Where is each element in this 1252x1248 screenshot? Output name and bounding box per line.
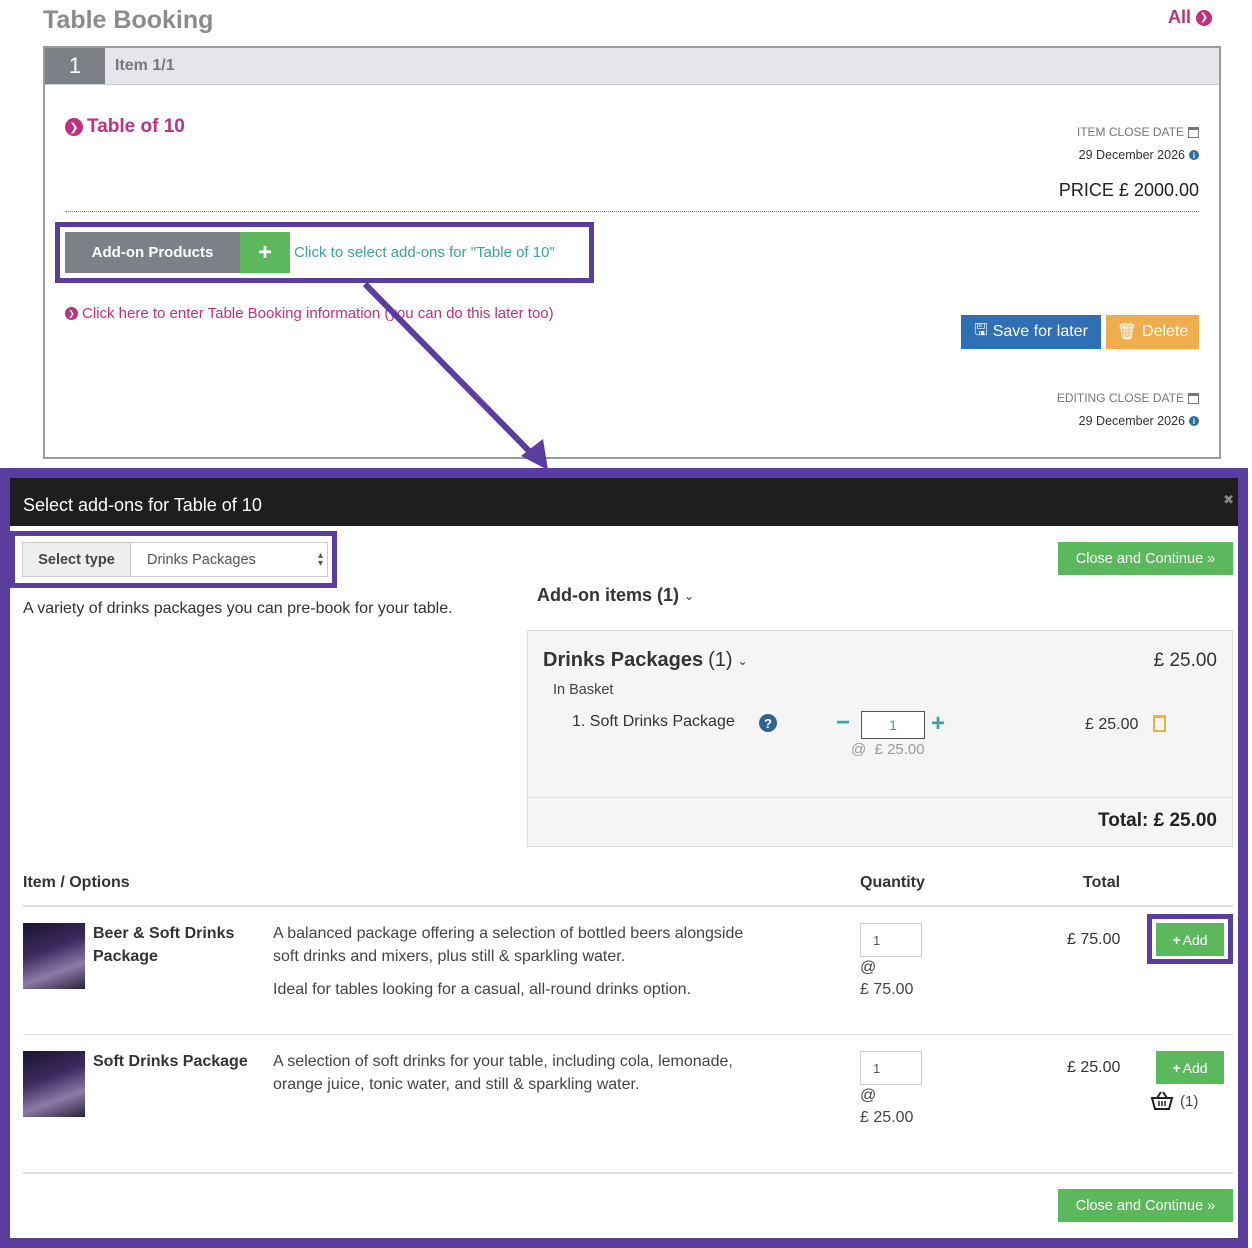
at-symbol: @ — [860, 959, 877, 976]
basket-category-price: £ 25.00 — [1153, 650, 1217, 671]
row-total: £ 25.00 — [1067, 1059, 1121, 1076]
close-icon[interactable]: ✖ — [1223, 492, 1234, 508]
plus-icon: + — [1172, 1059, 1181, 1076]
quantity-input[interactable]: 1 — [860, 923, 922, 957]
in-cart-count: (1) — [1180, 1092, 1199, 1110]
divider — [23, 1172, 1233, 1174]
divider — [23, 905, 1233, 907]
product-image — [23, 1051, 85, 1117]
divider — [528, 797, 1232, 798]
chevron-down-icon: ⌄ — [684, 588, 695, 603]
product-description-line: A balanced package offering a selection … — [273, 925, 744, 942]
unit-price-value: £ 25.00 — [860, 1109, 914, 1126]
unit-price: @ £ 25.00 — [860, 1085, 913, 1129]
basket-unit-price: @ £ 25.00 — [851, 741, 925, 758]
product-name: Beer & Soft Drinks Package — [93, 922, 234, 968]
annotation-arrow — [362, 281, 548, 470]
basket-item-name: 1. Soft Drinks Package — [572, 713, 735, 730]
basket-category-count: (1) — [708, 649, 733, 671]
increase-quantity-button[interactable]: + — [931, 710, 945, 738]
basket-line-price: £ 25.00 — [1085, 716, 1139, 733]
product-description-line: Ideal for tables looking for a casual, a… — [273, 981, 692, 998]
unit-price: @ £ 75.00 — [860, 957, 913, 1001]
product-description-line: A selection of soft drinks for your tabl… — [273, 1053, 733, 1070]
add-button-label: Add — [1182, 1059, 1208, 1076]
product-name-line: Soft Drinks Package — [93, 1053, 248, 1070]
decrease-quantity-button[interactable]: − — [836, 709, 850, 737]
select-type-highlight-box — [10, 531, 337, 588]
product-name-line: Beer & Soft Drinks — [93, 925, 235, 942]
trash-icon[interactable] — [1153, 715, 1166, 732]
question-icon[interactable]: ? — [759, 714, 777, 732]
unit-price-value: £ 75.00 — [860, 981, 914, 998]
in-cart-indicator: (1) — [1150, 1091, 1198, 1111]
product-description-line: orange juice, tonic water, and still & s… — [273, 1076, 640, 1093]
product-description-line: soft drinks and mixers, plus still & spa… — [273, 948, 626, 965]
close-and-continue-button-bottom[interactable]: Close and Continue » — [1058, 1189, 1233, 1222]
addon-items-label: Add-on items (1) — [537, 585, 679, 605]
basket-icon — [1150, 1091, 1174, 1110]
modal-title: Select add-ons for Table of 10 — [23, 495, 262, 515]
column-header-quantity: Quantity — [860, 874, 925, 891]
basket-total: Total: £ 25.00 — [1098, 810, 1217, 831]
quantity-input[interactable]: 1 — [860, 1051, 922, 1085]
basket-quantity-input[interactable]: 1 — [861, 711, 925, 739]
product-description: A balanced package offering a selection … — [273, 922, 743, 1001]
add-button[interactable]: + Add — [1156, 1051, 1224, 1084]
divider — [23, 1034, 1233, 1035]
basket-category-name: Drinks Packages — [543, 649, 704, 671]
in-basket-label: In Basket — [553, 682, 614, 698]
modal-header: Select add-ons for Table of 10 ✖ — [10, 478, 1238, 526]
column-header-item: Item / Options — [23, 874, 130, 891]
product-image — [23, 923, 85, 989]
product-name: Soft Drinks Package — [93, 1050, 248, 1073]
basket-category-toggle[interactable]: Drinks Packages (1) ⌄ — [543, 649, 748, 672]
at-symbol: @ — [860, 1087, 877, 1104]
row-total: £ 75.00 — [1067, 931, 1121, 948]
close-and-continue-button-top[interactable]: Close and Continue » — [1058, 542, 1233, 575]
addon-items-toggle[interactable]: Add-on items (1) ⌄ — [537, 585, 694, 606]
column-header-total: Total — [1083, 874, 1121, 891]
product-name-line: Package — [93, 948, 158, 965]
type-description: A variety of drinks packages you can pre… — [23, 600, 453, 617]
product-description: A selection of soft drinks for your tabl… — [273, 1050, 733, 1096]
chevron-down-icon: ⌄ — [737, 653, 748, 668]
add-button-highlight-box — [1147, 914, 1233, 964]
